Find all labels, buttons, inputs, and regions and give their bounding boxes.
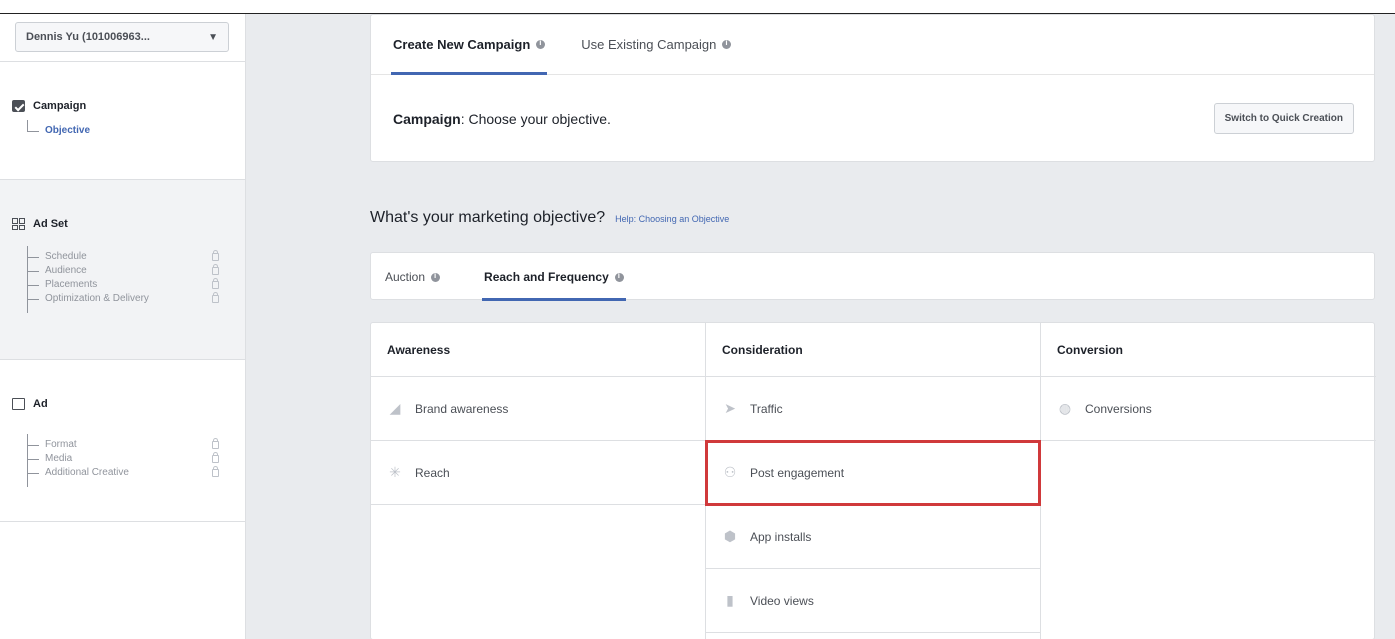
campaign-icon [12,100,25,112]
campaign-row: Campaign: Choose your objective. Switch … [371,75,1374,162]
info-icon[interactable] [431,271,441,282]
sidebar-section-campaign: Campaign Objective [0,62,245,180]
globe-icon: ◍ [1058,400,1072,416]
tab-label: Auction [385,270,426,284]
lock-icon [212,264,219,275]
adset-tree: Schedule Audience Placements Optimizatio… [27,246,227,313]
adset-icon [12,218,25,230]
account-name: Dennis Yu (101006963... [26,31,150,43]
lock-icon [212,292,219,303]
sidebar-section-adset: Ad Set Schedule Audience Placements Opti… [0,180,245,360]
sidebar-ad-header[interactable]: Ad [12,398,48,410]
ad-tree: Format Media Additional Creative [27,434,227,487]
campaign-tabs: Create New Campaign Use Existing Campaig… [371,15,1374,75]
campaign-card: Create New Campaign Use Existing Campaig… [370,14,1375,162]
account-selector-wrap: Dennis Yu (101006963... ▼ [0,14,245,62]
column-header: Consideration [706,323,1040,377]
sidebar-adset-header[interactable]: Ad Set [12,218,68,230]
sidebar-item-audience[interactable]: Audience [27,264,227,278]
objective-brand-awareness[interactable]: ◢ Brand awareness [371,377,705,441]
tab-reach-frequency[interactable]: Reach and Frequency [482,253,626,301]
campaign-tree: Objective [27,120,227,138]
objectives-grid: Awareness ◢ Brand awareness ✳ Reach Cons… [370,322,1376,639]
objective-label: Post engagement [750,465,845,480]
sidebar-campaign-header[interactable]: Campaign [12,100,86,112]
sidebar-item-label: Optimization & Delivery [45,293,149,304]
objective-conversions[interactable]: ◍ Conversions [1041,377,1376,441]
sidebar-adset-title: Ad Set [33,218,68,230]
objective-video-views[interactable]: ▮ Video views [706,569,1040,633]
buying-type-tabs: Auction Reach and Frequency [371,253,1374,301]
lock-icon [212,452,219,463]
objective-reach[interactable]: ✳ Reach [371,441,705,505]
sidebar-item-label: Media [45,453,73,464]
caret-down-icon: ▼ [208,31,218,43]
sidebar-item-objective[interactable]: Objective [27,124,227,138]
sidebar-item-placements[interactable]: Placements [27,278,227,292]
sidebar-item-format[interactable]: Format [27,438,227,452]
question-text: What's your marketing objective? [370,209,606,226]
objective-label: Brand awareness [415,401,509,416]
buying-type-card: Auction Reach and Frequency [370,252,1375,301]
top-strip [0,0,1395,14]
sidebar-item-media[interactable]: Media [27,452,227,466]
tab-auction[interactable]: Auction [385,253,441,301]
sidebar-item-additional-creative[interactable]: Additional Creative [27,466,227,480]
info-icon[interactable] [722,38,732,49]
video-icon: ▮ [726,592,734,608]
lock-icon [212,278,219,289]
column-conversion: Conversion ◍ Conversions [1041,323,1376,639]
tab-create-new-campaign[interactable]: Create New Campaign [390,15,548,75]
box-icon: ⬢ [723,528,737,544]
sidebar-item-schedule[interactable]: Schedule [27,250,227,264]
tab-use-existing-campaign[interactable]: Use Existing Campaign [581,15,732,75]
objective-app-installs[interactable]: ⬢ App installs [706,505,1040,569]
tab-label: Use Existing Campaign [581,37,717,52]
lock-icon [212,438,219,449]
column-header: Conversion [1041,323,1376,377]
column-consideration: Consideration ➤ Traffic ⚇ Post engagemen… [705,323,1041,639]
sidebar-item-label: Format [45,439,77,450]
megaphone-icon: ◢ [389,400,401,416]
lock-icon [212,466,219,477]
sidebar-item-label: Additional Creative [45,467,129,478]
objective-question: What's your marketing objective? Help: C… [370,209,729,227]
objective-label: Conversions [1085,401,1152,416]
main-content: Create New Campaign Use Existing Campaig… [370,14,1376,639]
ad-icon [12,398,25,410]
sidebar-section-ad: Ad Format Media Additional Creative [0,360,245,522]
people-icon: ⚇ [723,464,737,480]
objective-label: App installs [750,529,812,544]
switch-quick-creation-button[interactable]: Switch to Quick Creation [1213,103,1354,134]
column-header: Awareness [371,323,705,377]
sidebar-item-label: Objective [45,125,91,136]
account-selector[interactable]: Dennis Yu (101006963... ▼ [15,22,229,52]
sidebar-item-label: Audience [45,265,87,276]
objective-label: Reach [415,465,450,480]
reach-icon: ✳ [389,464,401,480]
cursor-icon: ➤ [724,400,736,416]
objective-label: Video views [750,593,814,608]
lock-icon [212,250,219,261]
objective-traffic[interactable]: ➤ Traffic [706,377,1040,441]
sidebar: Dennis Yu (101006963... ▼ Campaign Objec… [0,14,246,639]
sidebar-item-label: Placements [45,279,98,290]
objective-post-engagement[interactable]: ⚇ Post engagement [705,440,1041,506]
campaign-prompt: Campaign: Choose your objective. [393,111,611,127]
help-link[interactable]: Help: Choosing an Objective [615,214,729,224]
info-icon[interactable] [536,38,546,49]
sidebar-ad-title: Ad [33,398,48,410]
sidebar-campaign-title: Campaign [33,100,87,112]
tab-label: Create New Campaign [393,37,531,52]
tab-label: Reach and Frequency [484,270,609,284]
column-awareness: Awareness ◢ Brand awareness ✳ Reach [371,323,706,639]
sidebar-item-optimization[interactable]: Optimization & Delivery [27,292,227,306]
campaign-prompt-text: : Choose your objective. [460,110,611,127]
info-icon[interactable] [614,271,624,282]
campaign-label: Campaign [393,110,461,127]
sidebar-item-label: Schedule [45,251,87,262]
objective-label: Traffic [750,401,783,416]
